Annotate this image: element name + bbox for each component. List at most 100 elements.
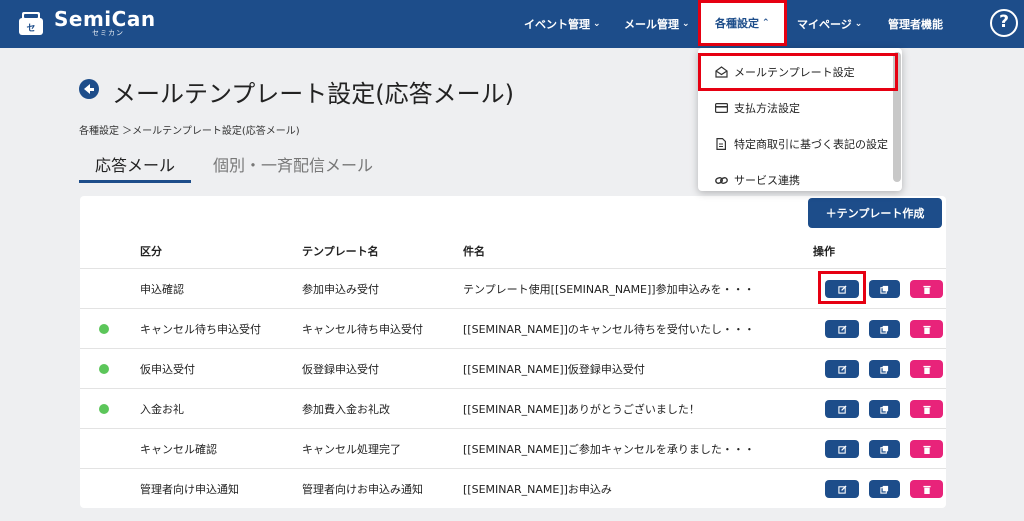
menu-item-label: 支払方法設定 [734, 102, 800, 115]
edit-icon [837, 324, 847, 334]
cell-category: 申込確認 [140, 283, 184, 296]
edit-button[interactable] [825, 400, 859, 418]
edit-button[interactable] [825, 320, 859, 338]
cell-category: 管理者向け申込通知 [140, 483, 239, 496]
nav-label: マイページ [797, 18, 852, 31]
copy-button[interactable] [869, 480, 900, 498]
cell-template-name: 管理者向けお申込み通知 [302, 483, 423, 496]
copy-button[interactable] [869, 320, 900, 338]
status-dot [99, 364, 109, 374]
top-navigation-bar: セ SemiCan セミカン イベント管理 ⌄ メール管理 ⌄ 各種設定 ⌃ マイペー… [0, 0, 1024, 48]
cell-category: キャンセル確認 [140, 443, 217, 456]
edit-button[interactable] [825, 360, 859, 378]
cell-template-name: 参加費入金お礼改 [302, 403, 390, 416]
tab-response-mail[interactable]: 応答メール [79, 152, 192, 183]
menu-item-commerce-law[interactable]: 特定商取引に基づく表記の設定 [698, 126, 890, 162]
logo-name: SemiCan [54, 7, 156, 31]
copy-button[interactable] [869, 440, 900, 458]
cell-subject: [[SEMINAR_NAME]]のキャンセル待ちを受付いたし・・・ [463, 323, 755, 336]
copy-button[interactable] [869, 400, 900, 418]
column-header-actions: 操作 [813, 245, 835, 258]
delete-button[interactable] [910, 480, 943, 498]
document-icon [714, 138, 728, 150]
logo-sub: セミカン [92, 29, 124, 37]
status-dot [99, 404, 109, 414]
link-icon [714, 176, 728, 185]
trash-icon [922, 365, 931, 374]
menu-item-payment-method[interactable]: 支払方法設定 [698, 90, 890, 126]
edit-icon [837, 444, 847, 454]
cell-category: 入金お礼 [140, 403, 184, 416]
menu-item-highlight [698, 53, 898, 91]
cell-subject: [[SEMINAR_NAME]]仮登録申込受付 [463, 363, 645, 376]
menu-item-label: 特定商取引に基づく表記の設定 [734, 138, 888, 151]
edit-button[interactable] [825, 440, 859, 458]
cell-subject: [[SEMINAR_NAME]]お申込み [463, 483, 612, 496]
table-row: キャンセル待ち申込受付 キャンセル待ち申込受付 [[SEMINAR_NAME]]… [80, 308, 946, 348]
chevron-down-icon: ⌄ [593, 19, 601, 29]
cell-template-name: 仮登録申込受付 [302, 363, 379, 376]
trash-icon [922, 325, 931, 334]
svg-text:セ: セ [26, 23, 35, 34]
table-row: 申込確認 参加申込み受付 テンプレート使用[[SEMINAR_NAME]]参加申… [80, 268, 946, 308]
cell-category: 仮申込受付 [140, 363, 195, 376]
copy-button[interactable] [869, 280, 900, 298]
column-header-category: 区分 [140, 245, 162, 258]
nav-label: メール管理 [624, 18, 679, 31]
logo-icon: セ [19, 12, 43, 35]
cell-category: キャンセル待ち申込受付 [140, 323, 261, 336]
edit-button-highlight [818, 271, 866, 304]
column-header-template-name: テンプレート名 [302, 245, 379, 258]
delete-button[interactable] [910, 320, 943, 338]
edit-icon [837, 404, 847, 414]
trash-icon [922, 405, 931, 414]
nav-label: 各種設定 [715, 17, 759, 30]
chevron-up-icon: ⌃ [762, 18, 770, 28]
menu-item-label: サービス連携 [734, 174, 800, 187]
delete-button[interactable] [910, 400, 943, 418]
copy-icon [880, 445, 889, 454]
trash-icon [922, 445, 931, 454]
copy-icon [880, 365, 889, 374]
copy-button[interactable] [869, 360, 900, 378]
nav-admin[interactable]: 管理者機能 [888, 0, 943, 48]
table-row: 入金お礼 参加費入金お礼改 [[SEMINAR_NAME]]ありがとうございまし… [80, 388, 946, 428]
cell-template-name: キャンセル待ち申込受付 [302, 323, 423, 336]
back-arrow-icon[interactable] [79, 79, 99, 99]
edit-icon [837, 364, 847, 374]
help-icon[interactable]: ? [990, 9, 1018, 37]
page-title: メールテンプレート設定(応答メール) [112, 80, 515, 108]
cell-subject: [[SEMINAR_NAME]]ありがとうございました！ [463, 403, 700, 416]
cell-template-name: 参加申込み受付 [302, 283, 379, 296]
nav-mypage[interactable]: マイページ ⌄ [797, 0, 862, 48]
table-row: 仮申込受付 仮登録申込受付 [[SEMINAR_NAME]]仮登録申込受付 [80, 348, 946, 388]
copy-icon [880, 405, 889, 414]
nav-mail-management[interactable]: メール管理 ⌄ [624, 0, 690, 48]
nav-event-management[interactable]: イベント管理 ⌄ [524, 0, 601, 48]
table-row: 管理者向け申込通知 管理者向けお申込み通知 [[SEMINAR_NAME]]お申… [80, 468, 946, 508]
status-dot [99, 324, 109, 334]
delete-button[interactable] [910, 360, 943, 378]
semican-logo[interactable]: セ SemiCan セミカン [16, 9, 156, 37]
cell-template-name: キャンセル処理完了 [302, 443, 401, 456]
trash-icon [922, 285, 931, 294]
edit-button[interactable] [825, 480, 859, 498]
copy-icon [880, 285, 889, 294]
column-header-subject: 件名 [463, 245, 485, 258]
delete-button[interactable] [910, 280, 943, 298]
credit-card-icon [714, 103, 728, 113]
tab-broadcast-mail[interactable]: 個別・一斉配信メール [213, 152, 373, 176]
menu-item-service-integration[interactable]: サービス連携 [698, 162, 890, 191]
breadcrumb: 各種設定 ＞メールテンプレート設定(応答メール) [79, 126, 300, 137]
cell-subject: テンプレート使用[[SEMINAR_NAME]]参加申込みを・・・ [463, 283, 755, 296]
delete-button[interactable] [910, 440, 943, 458]
cell-subject: [[SEMINAR_NAME]]ご参加キャンセルを承りました・・・ [463, 443, 755, 456]
create-template-button[interactable]: ＋テンプレート作成 [808, 198, 942, 228]
edit-icon [837, 484, 847, 494]
nav-label: 管理者機能 [888, 18, 943, 31]
table-row: キャンセル確認 キャンセル処理完了 [[SEMINAR_NAME]]ご参加キャン… [80, 428, 946, 468]
copy-icon [880, 325, 889, 334]
nav-settings[interactable]: 各種設定 ⌃ [698, 0, 787, 46]
chevron-down-icon: ⌄ [854, 19, 863, 29]
nav-label: イベント管理 [524, 18, 590, 31]
